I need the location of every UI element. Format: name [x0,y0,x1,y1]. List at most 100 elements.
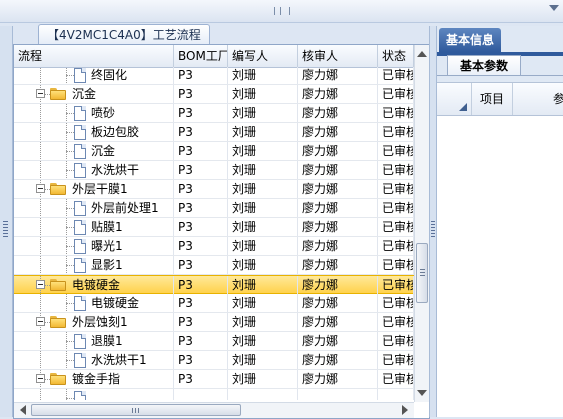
table-row[interactable]: 曝光1 P3刘珊廖力娜已审核 [14,237,414,256]
chevron-down-icon[interactable] [549,5,559,11]
tab-basic-info[interactable]: 基本信息 [439,28,502,52]
document-icon [74,125,86,140]
scroll-right-icon[interactable] [402,405,408,415]
cell-reviewer: 廖力娜 [298,218,378,236]
scroll-thumb[interactable] [31,404,241,416]
cell-status: 已审核 [378,351,414,369]
table-row[interactable]: 镀金手指 P3刘珊廖力娜已审核 [14,370,414,389]
tree-line [66,208,74,209]
cell-status: 已审核 [378,85,414,103]
cell-reviewer: 廖力娜 [298,67,378,84]
cell-status: 已审核 [378,237,414,255]
left-collapse-strip[interactable] [0,26,13,417]
table-row[interactable]: 退膜1 P3刘珊廖力娜已审核 [14,332,414,351]
cell-status [378,389,414,400]
cell-bom: P3 [174,370,228,388]
cell-process: 喷砂 [14,104,174,122]
node-label: 曝光1 [91,239,123,253]
col-header-status[interactable]: 状态 [378,45,414,67]
col-header-process[interactable]: 流程 [14,45,174,67]
tree-line [66,151,74,152]
cell-process [14,389,174,400]
cell-status: 已审核 [378,104,414,122]
col-header-item[interactable]: 项目 [472,83,513,115]
collapse-icon[interactable] [36,280,45,289]
cell-status: 已审核 [378,370,414,388]
node-label: 板边包胶 [91,125,140,139]
collapse-icon[interactable] [36,89,45,98]
cell-reviewer: 廖力娜 [298,351,378,369]
table-row[interactable]: 外层蚀刻1 P3刘珊廖力娜已审核 [14,313,414,332]
tab-basic-params[interactable]: 基本参数 [447,55,522,76]
tree-line [40,218,41,236]
col-header-param[interactable]: 参 [513,83,563,115]
cell-bom: P3 [174,256,228,274]
cell-writer: 刘珊 [228,370,298,388]
table-row[interactable]: 外层干膜1 P3刘珊廖力娜已审核 [14,180,414,199]
cell-writer: 刘珊 [228,180,298,198]
node-label: 电镀硬金 [72,278,121,292]
cell-bom: P3 [174,142,228,160]
cell-reviewer: 廖力娜 [298,276,378,294]
col-header-writer[interactable]: 编写人 [228,45,298,67]
table-row[interactable]: 电镀硬金 P3刘珊廖力娜已审核 [14,294,414,313]
cell-bom: P3 [174,351,228,369]
table-row[interactable]: 水洗烘干1 P3刘珊廖力娜已审核 [14,351,414,370]
scroll-left-icon[interactable] [20,405,26,415]
right-panel: 基本信息 基本参数 项目 参 [437,26,563,417]
cell-process: 水洗烘干 [14,161,174,179]
table-row[interactable]: 板边包胶 P3刘珊廖力娜已审核 [14,123,414,142]
cell-status: 已审核 [378,276,414,294]
cell-reviewer [298,389,378,400]
table-row[interactable] [14,389,414,400]
cell-status: 已审核 [378,67,414,84]
horizontal-scrollbar[interactable] [14,402,414,418]
cell-writer: 刘珊 [228,218,298,236]
document-icon [74,220,86,235]
table-row[interactable]: 沉金 P3刘珊廖力娜已审核 [14,85,414,104]
col-header-reviewer[interactable]: 核审人 [298,45,378,67]
scroll-thumb[interactable] [416,243,428,303]
document-icon [74,68,86,83]
scroll-down-icon[interactable] [417,390,427,396]
document-icon [74,201,86,216]
document-icon [74,163,86,178]
table-row[interactable]: 终固化 P3刘珊廖力娜已审核 [14,67,414,85]
tree-line [66,341,74,342]
cell-bom: P3 [174,67,228,84]
cell-writer: 刘珊 [228,142,298,160]
node-label: 水洗烘干 [91,163,140,177]
cell-writer [228,389,298,400]
table-row[interactable]: 贴膜1 P3刘珊廖力娜已审核 [14,218,414,237]
tree-line [40,256,41,274]
collapse-icon[interactable] [36,184,45,193]
cell-process: 板边包胶 [14,123,174,141]
cell-writer: 刘珊 [228,85,298,103]
table-row[interactable]: 显影1 P3刘珊廖力娜已审核 [14,256,414,275]
table-row[interactable]: 水洗烘干 P3刘珊廖力娜已审核 [14,161,414,180]
cell-process: 退膜1 [14,332,174,350]
process-tab-caption[interactable]: 【4V2MC1C4A0】工艺流程 [38,24,210,45]
divider [437,75,563,76]
collapse-icon[interactable] [36,374,45,383]
document-icon [74,258,86,273]
vertical-scrollbar[interactable] [414,45,430,402]
cell-reviewer: 廖力娜 [298,161,378,179]
table-row[interactable]: 沉金 P3刘珊廖力娜已审核 [14,142,414,161]
document-icon [74,353,86,368]
tree-line [40,199,41,217]
tree-line [66,360,74,361]
col-header-bom[interactable]: BOM工厂 [174,45,228,67]
table-row[interactable]: 电镀硬金 P3刘珊廖力娜已审核 [14,275,414,294]
tree-line [66,246,74,247]
collapse-icon[interactable] [36,317,45,326]
top-splitter-bar[interactable] [0,0,563,23]
cell-bom: P3 [174,276,228,294]
panel-splitter[interactable] [429,26,437,417]
scroll-up-icon[interactable] [417,51,427,57]
table-row[interactable]: 外层前处理1 P3刘珊廖力娜已审核 [14,199,414,218]
table-row[interactable]: 喷砂 P3刘珊廖力娜已审核 [14,104,414,123]
cell-process: 外层前处理1 [14,199,174,217]
node-label: 终固化 [91,68,128,82]
tree-grid-rows: 终固化P3刘珊廖力娜已审核沉金P3刘珊廖力娜已审核喷砂P3刘珊廖力娜已审核板边包… [14,67,414,400]
